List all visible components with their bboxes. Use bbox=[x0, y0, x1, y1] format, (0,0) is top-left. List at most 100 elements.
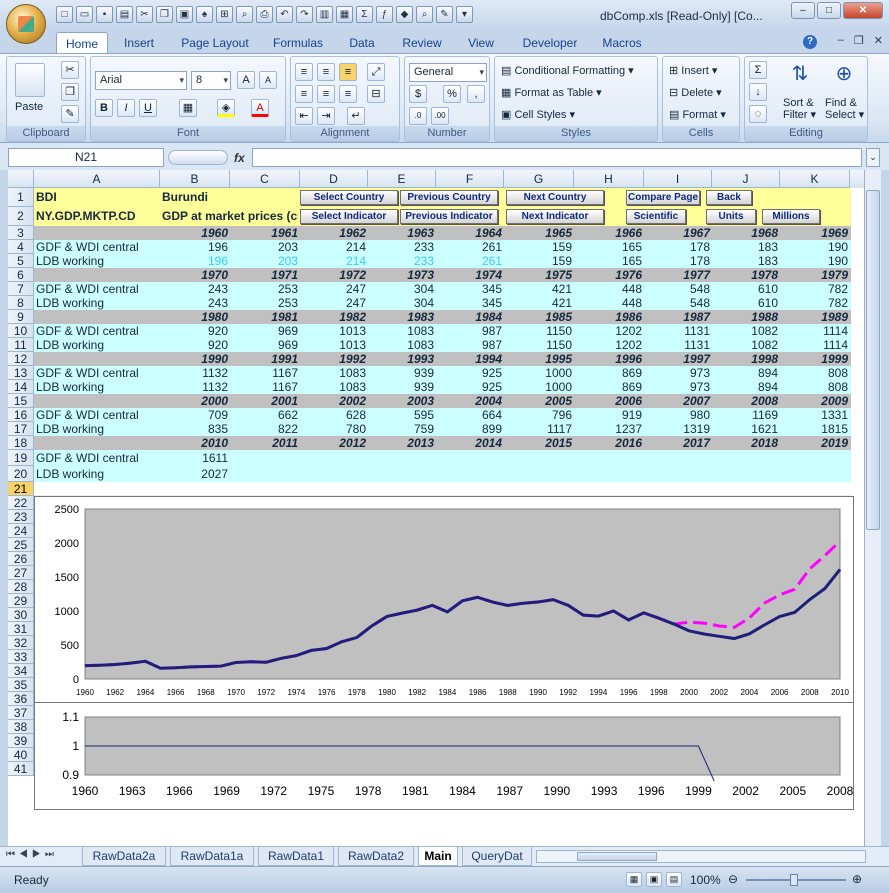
row-header[interactable]: 35 bbox=[8, 678, 34, 692]
row-header[interactable]: 28 bbox=[8, 580, 34, 594]
cell[interactable]: 345 bbox=[436, 282, 504, 296]
cell[interactable]: 808 bbox=[780, 380, 850, 394]
cell[interactable]: 1083 bbox=[300, 380, 368, 394]
column-header[interactable]: F bbox=[436, 170, 504, 188]
column-header[interactable]: H bbox=[574, 170, 644, 188]
cell[interactable]: 345 bbox=[436, 296, 504, 310]
function-icon[interactable]: ƒ bbox=[376, 6, 393, 23]
wb-restore-icon[interactable]: ❐ bbox=[854, 34, 864, 47]
row-header[interactable]: 17 bbox=[8, 422, 34, 436]
insert-function-icon[interactable]: fx bbox=[234, 151, 245, 165]
cell[interactable]: 183 bbox=[712, 254, 780, 268]
sheet-tab-rawdata2a[interactable]: RawData2a bbox=[82, 847, 166, 866]
cell[interactable]: 190 bbox=[780, 240, 850, 254]
paste-button[interactable]: Paste bbox=[15, 99, 43, 115]
cell[interactable]: 214 bbox=[300, 240, 368, 254]
next-country-button[interactable]: Next Country bbox=[506, 190, 604, 205]
cell[interactable]: 1083 bbox=[368, 324, 436, 338]
row-header[interactable]: 4 bbox=[8, 240, 34, 254]
cell[interactable]: 780 bbox=[300, 422, 368, 436]
cell[interactable]: 835 bbox=[160, 422, 230, 436]
cell[interactable]: 1992 bbox=[300, 352, 368, 366]
cell[interactable]: 1611 bbox=[160, 450, 230, 466]
cell[interactable]: 196 bbox=[160, 254, 230, 268]
cell[interactable]: 973 bbox=[644, 366, 712, 380]
cell[interactable]: 1985 bbox=[504, 310, 574, 324]
row-header[interactable]: 1 bbox=[8, 188, 34, 207]
previous-indicator-button[interactable]: Previous Indicator bbox=[400, 209, 498, 224]
undo-icon[interactable]: ↶ bbox=[276, 6, 293, 23]
sheet-tab-rawdata1[interactable]: RawData1 bbox=[258, 847, 334, 866]
decrease-indent-icon[interactable]: ⇤ bbox=[295, 107, 313, 125]
column-header[interactable]: J bbox=[712, 170, 780, 188]
row-header[interactable]: 18 bbox=[8, 436, 34, 450]
sort-filter-icon[interactable]: ⇅ bbox=[787, 61, 813, 87]
sheet-tab-rawdata2[interactable]: RawData2 bbox=[338, 847, 414, 866]
maximize-button[interactable]: □ bbox=[817, 2, 841, 19]
cell[interactable]: 261 bbox=[436, 254, 504, 268]
cell[interactable]: 1976 bbox=[574, 268, 644, 282]
align-bottom-icon[interactable]: ≡ bbox=[339, 63, 357, 81]
cell[interactable]: 548 bbox=[644, 296, 712, 310]
sheet-tab-rawdata1a[interactable]: RawData1a bbox=[170, 847, 254, 866]
row-header[interactable]: 7 bbox=[8, 282, 34, 296]
sum-icon[interactable]: Σ bbox=[356, 6, 373, 23]
cell[interactable]: 610 bbox=[712, 282, 780, 296]
wb-minimize-icon[interactable]: – bbox=[838, 34, 844, 47]
row-header[interactable]: 27 bbox=[8, 566, 34, 580]
page-layout-view-icon[interactable]: ▣ bbox=[646, 872, 662, 887]
cell[interactable]: 782 bbox=[780, 282, 850, 296]
cell[interactable]: 939 bbox=[368, 380, 436, 394]
chart[interactable]: 0 500 1000 1500 2000 2500 1960 1962 1964 1966 1968… bbox=[34, 496, 854, 710]
cell[interactable]: 1167 bbox=[230, 380, 300, 394]
merge-icon[interactable]: ⊟ bbox=[367, 85, 385, 103]
cell[interactable]: 1994 bbox=[436, 352, 504, 366]
cell[interactable]: 2000 bbox=[160, 394, 230, 408]
font-size-select[interactable]: 8 bbox=[191, 71, 231, 90]
row-header[interactable]: 2 bbox=[8, 207, 34, 226]
vertical-scrollbar[interactable] bbox=[864, 170, 881, 846]
zoom-icon[interactable]: ⌕ bbox=[416, 6, 433, 23]
cell[interactable]: 1989 bbox=[780, 310, 850, 324]
tab-home[interactable]: Home bbox=[56, 32, 108, 54]
cell[interactable]: 1169 bbox=[712, 408, 780, 422]
column-header[interactable]: K bbox=[780, 170, 850, 188]
cell[interactable]: 987 bbox=[436, 338, 504, 352]
cell[interactable]: 973 bbox=[644, 380, 712, 394]
cell[interactable]: 1991 bbox=[230, 352, 300, 366]
sheet-tab-main[interactable]: Main bbox=[418, 847, 458, 866]
cell[interactable]: 2007 bbox=[644, 394, 712, 408]
cell[interactable]: LDB working bbox=[34, 466, 160, 482]
cell[interactable]: 1980 bbox=[160, 310, 230, 324]
cell[interactable]: 2027 bbox=[160, 466, 230, 482]
chart[interactable]: 0.9 1 1.1 1960 1963 1966 1969 1972 1975 1978 1981 1… bbox=[34, 702, 854, 810]
help-icon[interactable]: ? bbox=[803, 35, 817, 49]
cell[interactable]: 1973 bbox=[368, 268, 436, 282]
tab-review[interactable]: Review bbox=[396, 32, 448, 54]
horizontal-scrollbar[interactable] bbox=[536, 850, 866, 863]
cell[interactable]: LDB working bbox=[34, 422, 160, 436]
row-header[interactable]: 32 bbox=[8, 636, 34, 650]
cell[interactable]: 1202 bbox=[574, 324, 644, 338]
cell[interactable]: 2019 bbox=[780, 436, 850, 450]
cell[interactable]: LDB working bbox=[34, 296, 160, 310]
cell[interactable]: 987 bbox=[436, 324, 504, 338]
print-icon[interactable]: ▤ bbox=[116, 6, 133, 23]
column-header[interactable]: D bbox=[300, 170, 368, 188]
cell[interactable]: 421 bbox=[504, 282, 574, 296]
cell[interactable]: 1114 bbox=[780, 324, 850, 338]
cell[interactable]: 939 bbox=[368, 366, 436, 380]
normal-view-icon[interactable]: ▦ bbox=[626, 872, 642, 887]
select-country-button[interactable]: Select Country bbox=[300, 190, 398, 205]
row-header[interactable]: 31 bbox=[8, 622, 34, 636]
cell[interactable]: 2014 bbox=[436, 436, 504, 450]
cell[interactable]: 1621 bbox=[712, 422, 780, 436]
autosum-icon[interactable]: Σ bbox=[749, 61, 767, 79]
cell[interactable]: 243 bbox=[160, 282, 230, 296]
cell[interactable]: 1000 bbox=[504, 380, 574, 394]
increase-decimal-icon[interactable]: .0 bbox=[409, 107, 427, 125]
copy-icon[interactable]: ❐ bbox=[61, 83, 79, 101]
zoom-level[interactable]: 100% bbox=[690, 873, 721, 887]
cell[interactable]: 2003 bbox=[368, 394, 436, 408]
sort-filter-button[interactable]: Sort & Filter ▾ bbox=[783, 97, 816, 121]
